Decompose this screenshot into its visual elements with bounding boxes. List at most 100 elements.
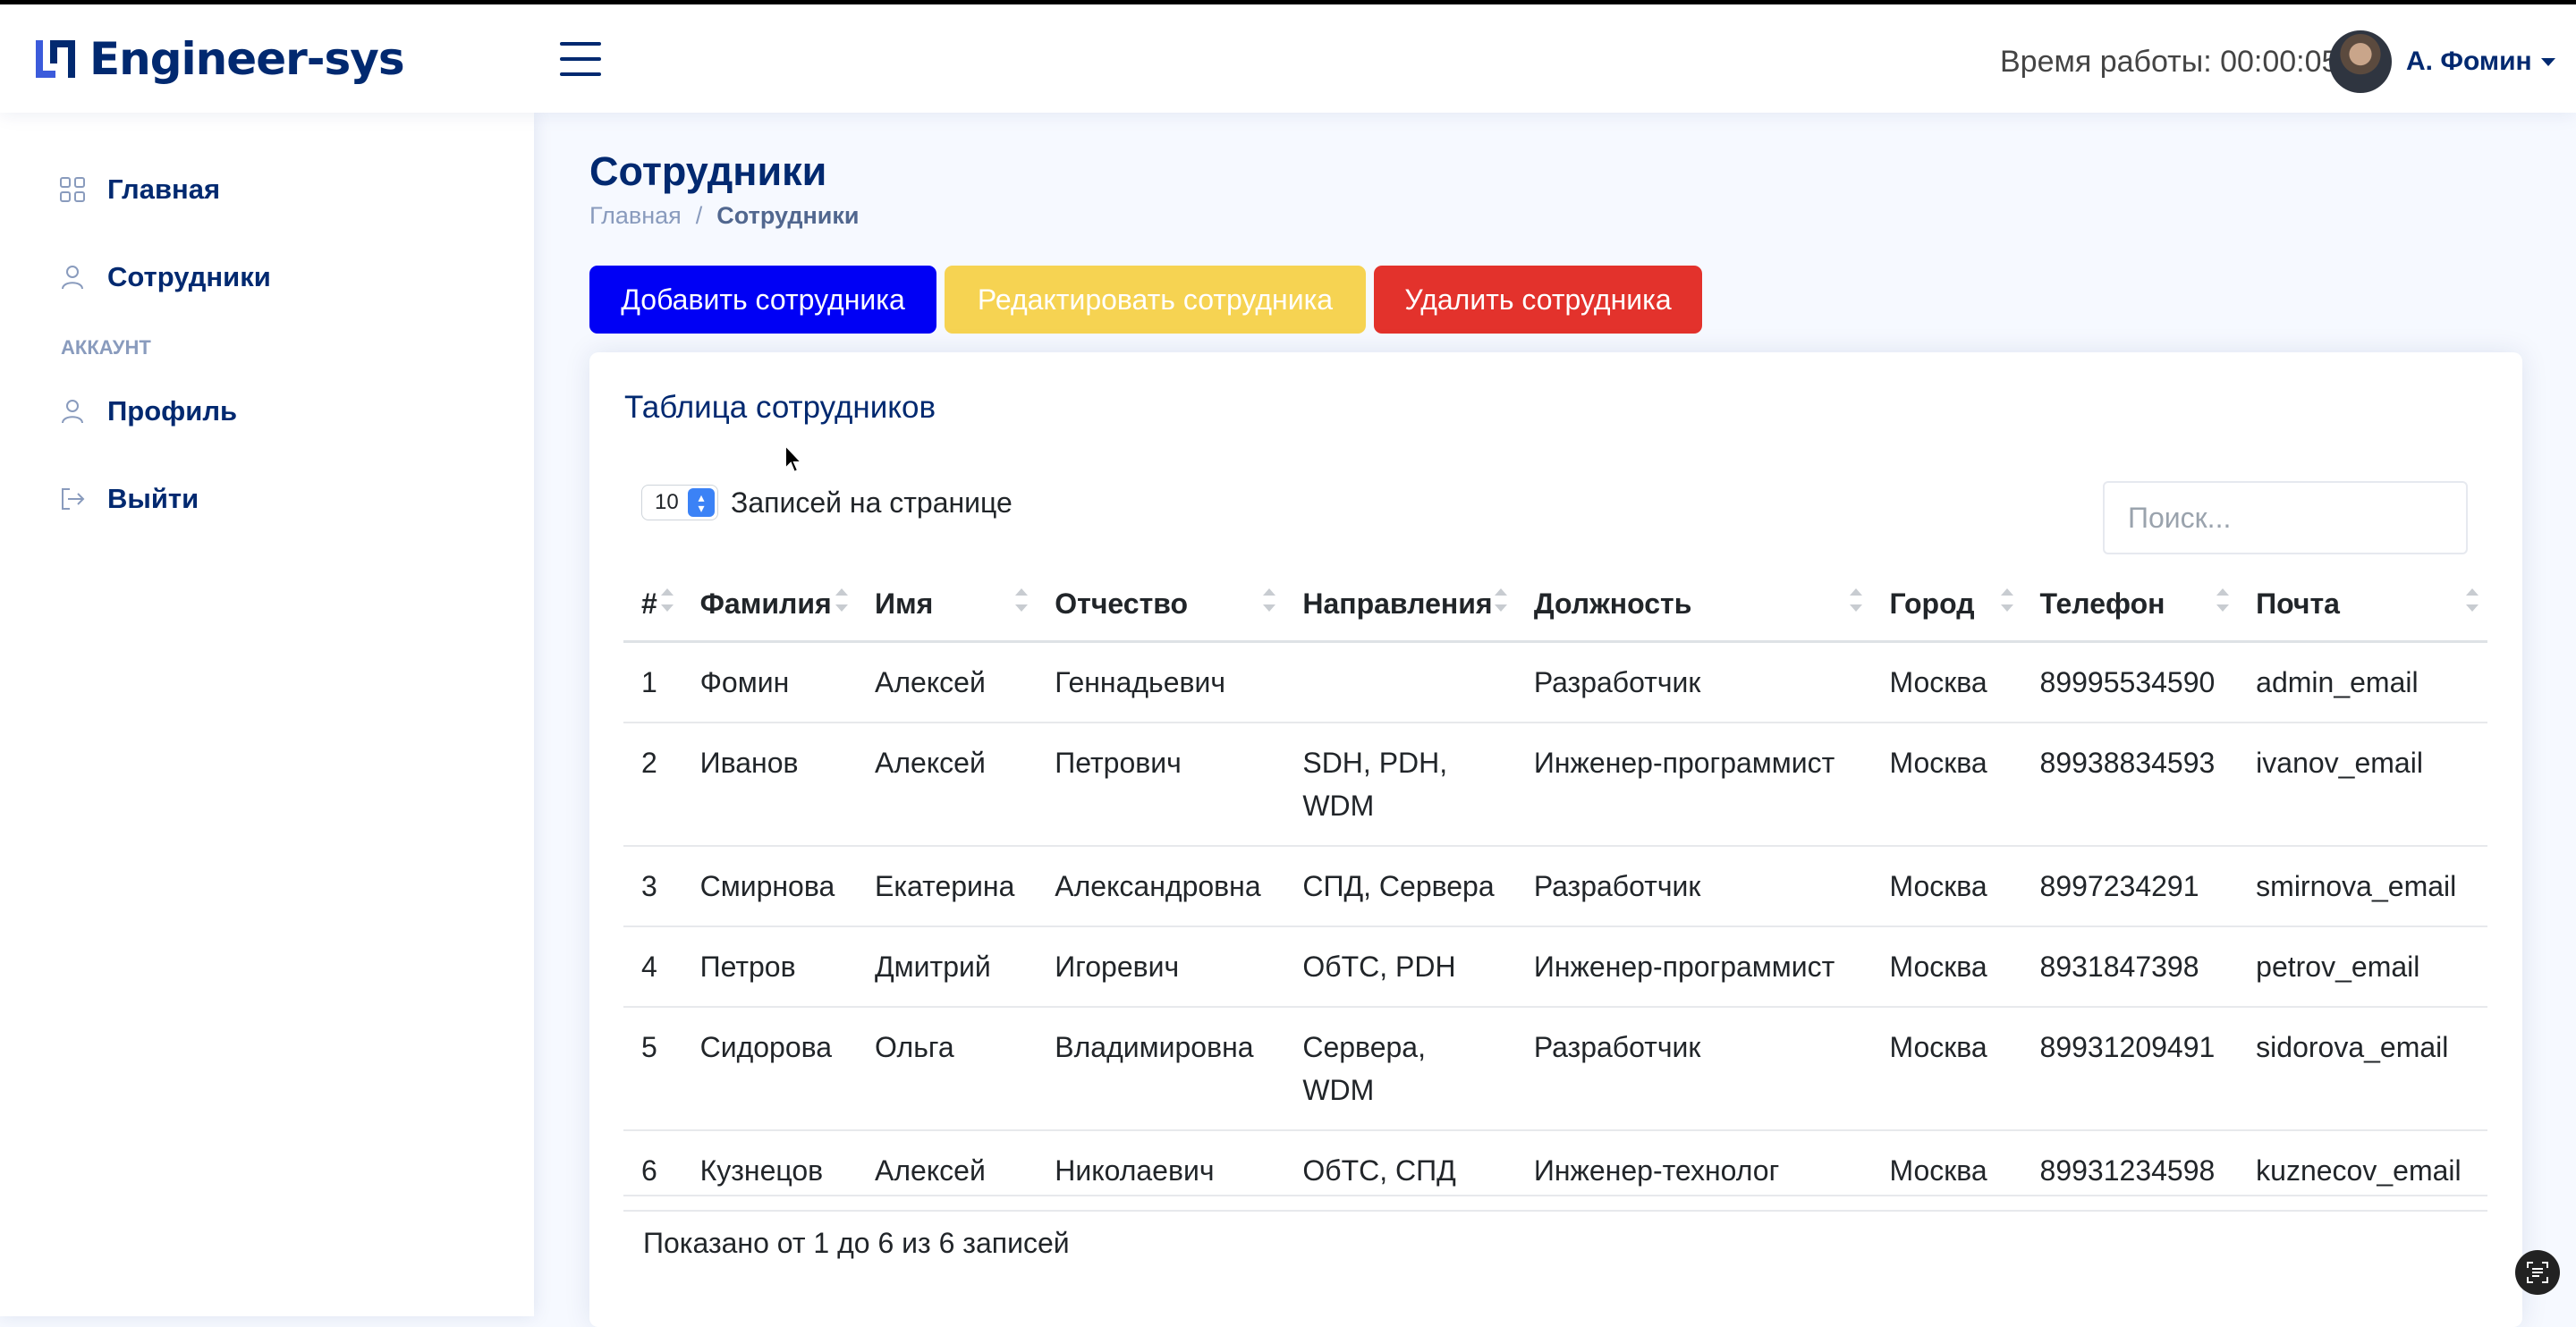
person-icon xyxy=(62,400,83,424)
sort-icon xyxy=(2466,588,2479,612)
cell-position: Разработчик xyxy=(1515,641,1872,723)
cell-position: Инженер-программист xyxy=(1515,926,1872,1008)
text-recognition-button[interactable] xyxy=(2515,1250,2560,1295)
sidebar-item-label: Профиль xyxy=(107,395,238,427)
caret-down-icon xyxy=(2540,57,2555,66)
cell-num: 5 xyxy=(623,1007,682,1131)
column-header-label: # xyxy=(641,587,657,620)
cell-patronymic: Владимировна xyxy=(1037,1007,1285,1131)
column-header-label: Должность xyxy=(1533,587,1692,620)
cell-patronymic: Геннадьевич xyxy=(1037,641,1285,723)
column-header-label: Город xyxy=(1889,587,1975,620)
cell-email: kuznecov_email xyxy=(2238,1130,2487,1212)
column-header-label: Отчество xyxy=(1055,587,1189,620)
sidebar: Главная Сотрудники АККАУНТ Профиль Выйти xyxy=(0,113,534,1316)
cell-last-name: Петров xyxy=(682,926,857,1008)
breadcrumb-separator: / xyxy=(695,202,703,229)
cell-position: Инженер-технолог xyxy=(1515,1130,1872,1212)
cell-directions: ОбТС, PDH xyxy=(1284,926,1516,1008)
column-header-phone[interactable]: Телефон xyxy=(2021,567,2239,643)
sidebar-item-home[interactable]: Главная xyxy=(59,173,220,206)
column-header-patronymic[interactable]: Отчество xyxy=(1037,567,1285,643)
sidebar-toggle-button[interactable] xyxy=(560,42,601,78)
column-header-position[interactable]: Должность xyxy=(1515,567,1872,643)
cell-num: 1 xyxy=(623,641,682,723)
column-header-city[interactable]: Город xyxy=(1871,567,2022,643)
table-row[interactable]: 1 Фомин Алексей Геннадьевич Разработчик Москв… xyxy=(623,641,2487,723)
cell-position: Инженер-программист xyxy=(1515,723,1872,847)
cell-last-name: Иванов xyxy=(682,723,857,847)
avatar[interactable] xyxy=(2329,30,2392,93)
add-employee-button[interactable]: Добавить сотрудника xyxy=(589,266,936,334)
cell-email: smirnova_email xyxy=(2238,846,2487,927)
breadcrumb: Главная / Сотрудники xyxy=(589,202,859,230)
top-header: Engineer-sys Время работы: 00:00:05 А. Ф… xyxy=(0,0,2576,113)
table-row[interactable]: 6 Кузнецов Алексей Николаевич ОбТС, СПД Инжен… xyxy=(623,1130,2487,1212)
column-header-first-name[interactable]: Имя xyxy=(857,567,1038,643)
page-length-select[interactable]: 10 ▴ ▾ xyxy=(641,485,718,520)
column-header-email[interactable]: Почта xyxy=(2238,567,2487,643)
logo-icon xyxy=(36,40,75,78)
sidebar-item-logout[interactable]: Выйти xyxy=(59,483,199,515)
edit-employee-button[interactable]: Редактировать сотрудника xyxy=(945,266,1366,334)
cell-phone: 89931234598 xyxy=(2021,1130,2239,1212)
cell-directions xyxy=(1284,641,1516,723)
cell-last-name: Фомин xyxy=(682,641,857,723)
sort-icon xyxy=(1850,588,1863,612)
cell-email: petrov_email xyxy=(2238,926,2487,1008)
sidebar-item-employees[interactable]: Сотрудники xyxy=(59,261,271,293)
table-row[interactable]: 3 Смирнова Екатерина Александровна СПД, Серв… xyxy=(623,846,2487,927)
cell-phone: 89995534590 xyxy=(2021,641,2239,723)
sort-icon xyxy=(1494,588,1507,612)
cell-position: Разработчик xyxy=(1515,846,1872,927)
user-menu-dropdown[interactable]: А. Фомин xyxy=(2406,46,2555,77)
menu-icon xyxy=(560,42,601,46)
cell-last-name: Сидорова xyxy=(682,1007,857,1131)
cell-city: Москва xyxy=(1871,1130,2022,1212)
card-title: Таблица сотрудников xyxy=(624,390,936,425)
table-header-row: # Фамилия Имя Отчество Направления Должность Г… xyxy=(623,567,2487,643)
cell-num: 4 xyxy=(623,926,682,1008)
logo[interactable]: Engineer-sys xyxy=(32,33,405,85)
sort-icon xyxy=(1015,588,1029,612)
table-row[interactable]: 2 Иванов Алексей Петрович SDH, PDH, WDM Инжен… xyxy=(623,723,2487,847)
cell-first-name: Алексей xyxy=(857,723,1038,847)
cell-patronymic: Игоревич xyxy=(1037,926,1285,1008)
sidebar-item-profile[interactable]: Профиль xyxy=(59,395,237,427)
column-header-last-name[interactable]: Фамилия xyxy=(682,567,857,643)
column-header-label: Имя xyxy=(875,587,934,620)
column-header-directions[interactable]: Направления xyxy=(1284,567,1516,643)
table-row[interactable]: 5 Сидорова Ольга Владимировна Сервера, WDM Ра… xyxy=(623,1007,2487,1131)
table-body: 1 Фомин Алексей Геннадьевич Разработчик Москв… xyxy=(623,641,2487,1212)
user-name: А. Фомин xyxy=(2406,46,2532,76)
cell-last-name: Смирнова xyxy=(682,846,857,927)
cell-directions: SDH, PDH, WDM xyxy=(1284,723,1516,847)
cell-last-name: Кузнецов xyxy=(682,1130,857,1212)
column-header-num[interactable]: # xyxy=(623,567,682,643)
cell-num: 6 xyxy=(623,1130,682,1212)
sidebar-item-label: Сотрудники xyxy=(107,261,271,292)
cell-city: Москва xyxy=(1871,1007,2022,1131)
sort-icon xyxy=(2000,588,2013,612)
divider xyxy=(623,1195,2487,1196)
cell-first-name: Ольга xyxy=(857,1007,1038,1131)
breadcrumb-home[interactable]: Главная xyxy=(589,202,682,230)
app-name: Engineer-sys xyxy=(89,33,405,85)
delete-employee-button[interactable]: Удалить сотрудника xyxy=(1374,266,1702,334)
sort-icon xyxy=(835,588,848,612)
search-input[interactable] xyxy=(2103,481,2468,554)
cell-patronymic: Петрович xyxy=(1037,723,1285,847)
uptime-text: Время работы: 00:00:05 xyxy=(2000,45,2339,79)
cell-phone: 8931847398 xyxy=(2021,926,2239,1008)
cell-city: Москва xyxy=(1871,723,2022,847)
page-length-control: 10 ▴ ▾ Записей на странице xyxy=(641,485,1013,520)
table-row[interactable]: 4 Петров Дмитрий Игоревич ОбТС, PDH Инженер-п… xyxy=(623,926,2487,1008)
cell-city: Москва xyxy=(1871,641,2022,723)
person-icon xyxy=(62,266,83,290)
cell-email: admin_email xyxy=(2238,641,2487,723)
cell-phone: 89938834593 xyxy=(2021,723,2239,847)
cell-first-name: Алексей xyxy=(857,641,1038,723)
page-length-label: Записей на странице xyxy=(731,486,1013,519)
cell-position: Разработчик xyxy=(1515,1007,1872,1131)
table-info: Показано от 1 до 6 из 6 записей xyxy=(643,1227,1070,1259)
